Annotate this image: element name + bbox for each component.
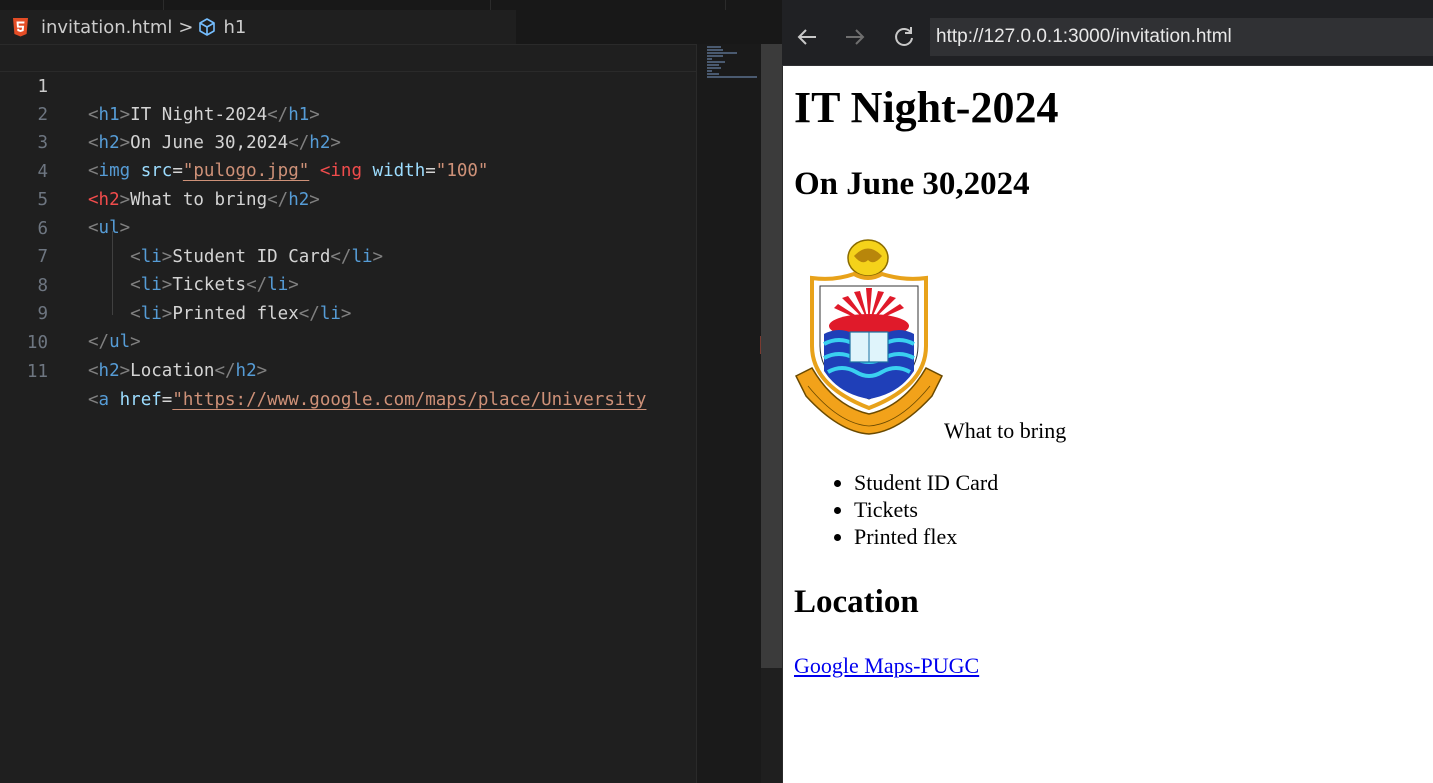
address-bar[interactable]: http://127.0.0.1:3000/invitation.html — [930, 18, 1433, 56]
minimap-line — [707, 64, 719, 66]
minimap-line — [707, 70, 712, 72]
browser-toolbar: http://127.0.0.1:3000/invitation.html — [782, 0, 1433, 66]
minimap-line — [707, 52, 737, 54]
page-date: On June 30,2024 — [794, 166, 1030, 202]
minimap-line — [707, 67, 721, 69]
scrollbar-track — [761, 668, 782, 783]
breadcrumb-symbol[interactable]: h1 — [223, 17, 246, 38]
code-line[interactable]: 10 <h2>Location</h2> — [0, 301, 696, 381]
editor-header-blank — [516, 10, 782, 44]
code-line[interactable]: 4 <h2>What to bring</h2> — [0, 130, 696, 210]
google-maps-link[interactable]: Google Maps-PUGC — [794, 653, 979, 679]
code-line[interactable]: 2 <h2>On June 30,2024</h2> — [0, 73, 696, 153]
list-item: Student ID Card — [794, 469, 998, 496]
reload-icon[interactable] — [889, 22, 919, 52]
breadcrumb-file[interactable]: invitation.html — [41, 17, 172, 38]
code-line[interactable]: 5 <ul> — [0, 158, 696, 238]
tab-divider — [725, 0, 726, 10]
code-editor[interactable]: invitation.html > h1 1 <h1>IT Night-2024… — [0, 0, 782, 783]
list-item: Printed flex — [794, 523, 998, 550]
breadcrumb-separator: > — [178, 16, 194, 38]
minimap-line — [707, 61, 725, 63]
list-item: Tickets — [794, 496, 998, 523]
page-heading: IT Night-2024 — [794, 83, 1059, 132]
browser-preview[interactable]: http://127.0.0.1:3000/invitation.html IT… — [782, 0, 1433, 783]
code-line[interactable]: 8 <li>Printed flex</li> — [0, 244, 696, 324]
minimap-line — [707, 58, 712, 60]
code-area[interactable]: 1 <h1>IT Night-2024</h1> 2 <h2>On June 3… — [0, 44, 696, 783]
code-line[interactable]: 1 <h1>IT Night-2024</h1> — [0, 44, 696, 125]
code-line[interactable]: 11 <a href="https://www.google.com/maps/… — [0, 330, 696, 410]
html5-icon — [13, 17, 28, 36]
forward-arrow-icon[interactable] — [840, 22, 870, 52]
code-text: Location — [130, 361, 215, 381]
tab-divider — [163, 0, 164, 10]
code-line[interactable]: 9 </ul> — [0, 272, 696, 352]
bring-list: Student ID Card Tickets Printed flex — [794, 469, 998, 550]
minimap-line — [707, 76, 757, 78]
what-to-bring-text: What to bring — [944, 418, 1067, 443]
location-heading: Location — [794, 584, 919, 620]
back-arrow-icon[interactable] — [792, 22, 822, 52]
editor-scrollbar[interactable] — [761, 44, 782, 668]
minimap-line — [707, 73, 719, 75]
code-line[interactable]: 3 <img src="pulogo.jpg" <ing width="100" — [0, 101, 696, 181]
minimap-line — [707, 55, 723, 57]
pane-divider — [782, 66, 783, 783]
tab-divider — [490, 0, 491, 10]
tab-strip — [0, 0, 782, 10]
code-line[interactable]: 7 <li>Tickets</li> — [0, 215, 696, 295]
symbol-cube-icon — [199, 18, 216, 36]
code-line[interactable]: 6 <li>Student ID Card</li> — [0, 187, 696, 267]
line-number: 11 — [26, 362, 48, 382]
code-string: "https://www.google.com/maps/place/Unive… — [172, 390, 647, 410]
university-logo — [794, 239, 944, 435]
minimap[interactable] — [696, 44, 762, 783]
minimap-line — [707, 49, 723, 51]
minimap-line — [707, 46, 721, 48]
